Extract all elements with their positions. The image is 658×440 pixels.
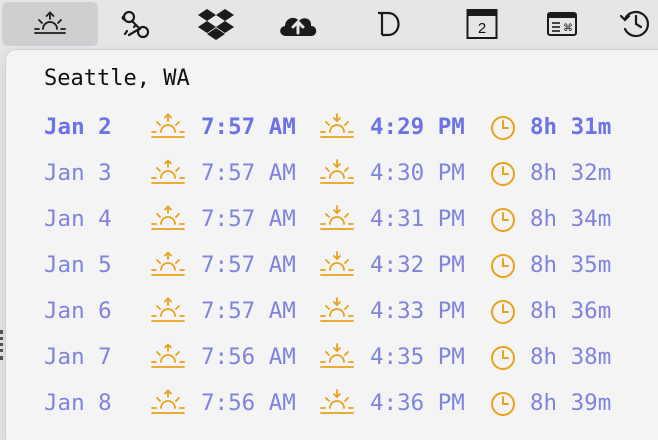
clock-icon	[489, 390, 517, 424]
sunrise-icon	[150, 341, 186, 377]
sunrise-time: 7:56 AM	[201, 390, 296, 416]
keys-icon	[119, 7, 153, 41]
sunset-icon	[319, 295, 355, 331]
menubar-keys-app[interactable]	[116, 2, 156, 46]
menubar-d-app[interactable]	[370, 2, 410, 46]
dropbox-icon	[196, 7, 236, 41]
sunrise-time: 7:57 AM	[201, 252, 296, 278]
day-length: 8h 39m	[530, 390, 612, 416]
sunset-time: 4:33 PM	[370, 298, 465, 324]
sunrise-icon	[150, 111, 186, 147]
clock-icon	[489, 252, 517, 286]
day-length: 8h 32m	[530, 160, 612, 186]
sunrise-icon	[150, 249, 186, 285]
sunset-time: 4:35 PM	[370, 344, 465, 370]
location-label[interactable]: Seattle, WA	[44, 66, 190, 91]
menu-bar: 2 ⌘	[0, 0, 658, 48]
day-length: 8h 31m	[530, 114, 612, 140]
calendar-day-badge: 2	[477, 20, 487, 37]
sunset-icon	[319, 341, 355, 377]
day-row[interactable]: Jan 7 7:56 AM 4:35 PM 8h 38m	[6, 336, 656, 376]
d-app-icon	[375, 9, 405, 39]
sunrise-time: 7:57 AM	[201, 206, 296, 232]
sunset-time: 4:32 PM	[370, 252, 465, 278]
cloud-upload-icon	[276, 9, 320, 39]
date-label: Jan 5	[44, 252, 112, 278]
clock-icon	[489, 206, 517, 240]
svg-text:⌘: ⌘	[563, 23, 573, 34]
sunset-icon	[319, 111, 355, 147]
calendar-icon: 2	[465, 7, 499, 41]
menubar-sunrise-sunset-app[interactable]	[2, 2, 98, 46]
day-row[interactable]: Jan 6 7:57 AM 4:33 PM 8h 36m	[6, 290, 656, 330]
sunrise-icon	[150, 157, 186, 193]
menubar-cloud-app[interactable]	[274, 2, 322, 46]
day-row[interactable]: Jan 5 7:57 AM 4:32 PM 8h 35m	[6, 244, 656, 284]
date-label: Jan 7	[44, 344, 112, 370]
day-row[interactable]: Jan 4 7:57 AM 4:31 PM 8h 34m	[6, 198, 656, 238]
menubar-dropbox-app[interactable]	[194, 2, 238, 46]
sunset-time: 4:30 PM	[370, 160, 465, 186]
date-label: Jan 6	[44, 298, 112, 324]
keyboard-shortcut-icon: ⌘	[545, 10, 579, 38]
sunrise-icon	[150, 203, 186, 239]
sunset-icon	[319, 249, 355, 285]
day-length: 8h 35m	[530, 252, 612, 278]
day-length: 8h 34m	[530, 206, 612, 232]
sunrise-time: 7:57 AM	[201, 298, 296, 324]
clock-icon	[489, 298, 517, 332]
sunrise-icon	[150, 387, 186, 423]
menubar-shortcuts-app[interactable]: ⌘	[540, 2, 584, 46]
sunset-icon	[319, 203, 355, 239]
sunrise-icon	[150, 295, 186, 331]
day-row[interactable]: Jan 3 7:57 AM 4:30 PM 8h 32m	[6, 152, 656, 192]
clock-icon	[489, 160, 517, 194]
date-label: Jan 8	[44, 390, 112, 416]
menubar-time-machine-app[interactable]	[616, 2, 656, 46]
date-label: Jan 4	[44, 206, 112, 232]
sunset-icon	[319, 387, 355, 423]
sunrise-dropdown-panel: Seattle, WA Jan 2 7:57 AM 4:29 PM 8h 31m…	[6, 50, 658, 440]
sunset-time: 4:29 PM	[370, 114, 465, 140]
clock-icon	[489, 114, 517, 148]
day-length: 8h 38m	[530, 344, 612, 370]
clock-icon	[489, 344, 517, 378]
sunset-icon	[319, 157, 355, 193]
day-length: 8h 36m	[530, 298, 612, 324]
sunrise-time: 7:56 AM	[201, 344, 296, 370]
menubar-calendar-app[interactable]: 2	[460, 2, 504, 46]
time-machine-icon	[619, 7, 653, 41]
day-row[interactable]: Jan 8 7:56 AM 4:36 PM 8h 39m	[6, 382, 656, 422]
date-label: Jan 2	[44, 114, 112, 140]
day-row[interactable]: Jan 2 7:57 AM 4:29 PM 8h 31m	[6, 106, 656, 146]
sunrise-time: 7:57 AM	[201, 160, 296, 186]
date-label: Jan 3	[44, 160, 112, 186]
sunset-time: 4:36 PM	[370, 390, 465, 416]
sunrise-time: 7:57 AM	[201, 114, 296, 140]
sunset-time: 4:31 PM	[370, 206, 465, 232]
sunrise-sunset-icon	[33, 11, 67, 37]
